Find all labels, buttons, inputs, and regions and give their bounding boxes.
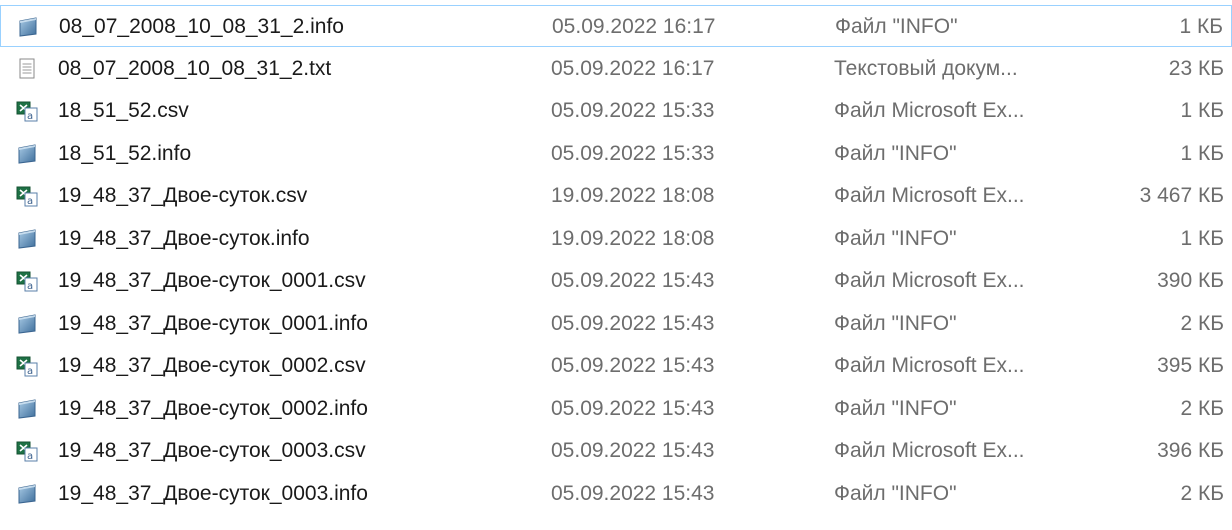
- file-icon-cell: a: [16, 430, 42, 472]
- file-size: 1 КБ: [1180, 141, 1224, 165]
- file-row[interactable]: 18_51_52.info 05.09.2022 15:33 Файл "INFO"…: [0, 133, 1232, 175]
- file-row[interactable]: a 19_48_37_Двое-суток_0002.csv 05.09.2022 …: [0, 345, 1232, 387]
- file-name: 08_07_2008_10_08_31_2.info: [59, 15, 344, 38]
- svg-text:a: a: [27, 451, 33, 462]
- file-name: 19_48_37_Двое-суток_0002.info: [58, 396, 368, 420]
- file-type: Файл "INFO": [834, 481, 957, 505]
- svg-text:a: a: [27, 111, 33, 122]
- file-row[interactable]: 19_48_37_Двое-суток_0003.info 05.09.2022 …: [0, 473, 1232, 515]
- file-icon-cell: a: [16, 345, 42, 387]
- file-type: Текстовый докум...: [834, 56, 1018, 80]
- file-row[interactable]: 08_07_2008_10_08_31_2.info 05.09.2022 16:…: [0, 5, 1232, 47]
- file-icon-cell: [17, 6, 43, 48]
- file-icon-cell: a: [16, 260, 42, 302]
- file-name: 19_48_37_Двое-суток_0003.csv: [58, 439, 366, 462]
- csv-excel-icon: a: [16, 440, 38, 462]
- file-type: Файл "INFO": [834, 396, 957, 420]
- file-modified-date: 05.09.2022 15:33: [551, 141, 715, 165]
- file-modified-date: 19.09.2022 18:08: [551, 226, 715, 250]
- file-modified-date: 05.09.2022 15:43: [551, 354, 715, 377]
- svg-text:a: a: [27, 281, 33, 292]
- file-icon-cell: [16, 48, 42, 90]
- file-size: 396 КБ: [1157, 439, 1224, 462]
- file-icon-cell: [16, 388, 42, 430]
- file-icon-cell: a: [16, 175, 42, 217]
- file-type: Файл Microsoft Ex...: [834, 439, 1025, 462]
- file-modified-date: 05.09.2022 15:43: [551, 481, 715, 505]
- file-type: Файл Microsoft Ex...: [834, 99, 1025, 122]
- info-file-icon: [16, 398, 38, 420]
- file-modified-date: 05.09.2022 16:17: [551, 56, 715, 80]
- csv-excel-icon: a: [16, 270, 38, 292]
- file-type: Файл "INFO": [834, 141, 957, 165]
- file-modified-date: 05.09.2022 16:17: [552, 15, 716, 38]
- csv-excel-icon: a: [16, 355, 38, 377]
- file-type: Файл "INFO": [835, 15, 958, 38]
- file-size: 390 КБ: [1157, 269, 1224, 292]
- file-size: 3 467 КБ: [1139, 184, 1224, 207]
- file-row[interactable]: 19_48_37_Двое-суток_0001.info 05.09.2022 …: [0, 303, 1232, 345]
- file-row[interactable]: a 19_48_37_Двое-суток_0001.csv 05.09.2022 …: [0, 260, 1232, 302]
- file-modified-date: 05.09.2022 15:43: [551, 439, 715, 462]
- file-row[interactable]: 19_48_37_Двое-суток_0002.info 05.09.2022 …: [0, 388, 1232, 430]
- file-row[interactable]: 08_07_2008_10_08_31_2.txt 05.09.2022 16:1…: [0, 48, 1232, 90]
- file-name: 19_48_37_Двое-суток_0001.info: [58, 311, 368, 335]
- file-size: 1 КБ: [1179, 15, 1223, 38]
- info-file-icon: [16, 143, 38, 165]
- csv-excel-icon: a: [16, 100, 38, 122]
- file-type: Файл Microsoft Ex...: [834, 184, 1025, 207]
- file-icon-cell: [16, 303, 42, 345]
- file-name: 19_48_37_Двое-суток_0001.csv: [58, 269, 366, 292]
- file-size: 2 КБ: [1180, 311, 1224, 335]
- file-name: 19_48_37_Двое-суток.csv: [58, 184, 308, 207]
- file-icon-cell: [16, 133, 42, 175]
- file-modified-date: 05.09.2022 15:43: [551, 311, 715, 335]
- file-icon-cell: [16, 218, 42, 260]
- file-modified-date: 05.09.2022 15:43: [551, 269, 715, 292]
- file-size: 1 КБ: [1180, 99, 1224, 122]
- file-size: 395 КБ: [1157, 354, 1224, 377]
- file-type: Файл Microsoft Ex...: [834, 354, 1025, 377]
- file-list: 08_07_2008_10_08_31_2.info 05.09.2022 16:…: [0, 0, 1232, 530]
- file-modified-date: 19.09.2022 18:08: [551, 184, 715, 207]
- file-name: 19_48_37_Двое-суток_0003.info: [58, 481, 368, 505]
- file-type: Файл Microsoft Ex...: [834, 269, 1025, 292]
- file-size: 1 КБ: [1180, 226, 1224, 250]
- file-size: 2 КБ: [1180, 396, 1224, 420]
- svg-text:a: a: [27, 196, 33, 207]
- file-size: 2 КБ: [1180, 481, 1224, 505]
- file-name: 19_48_37_Двое-суток.info: [58, 226, 310, 250]
- file-name: 08_07_2008_10_08_31_2.txt: [58, 56, 332, 80]
- file-type: Файл "INFO": [834, 311, 957, 335]
- file-modified-date: 05.09.2022 15:43: [551, 396, 715, 420]
- file-row[interactable]: a 19_48_37_Двое-суток_0003.csv 05.09.2022 …: [0, 430, 1232, 472]
- file-name: 19_48_37_Двое-суток_0002.csv: [58, 354, 366, 377]
- file-row[interactable]: a 18_51_52.csv 05.09.2022 15:33 Файл Micros…: [0, 90, 1232, 132]
- file-icon-cell: a: [16, 90, 42, 132]
- info-file-icon: [17, 16, 39, 38]
- file-type: Файл "INFO": [834, 226, 957, 250]
- svg-text:a: a: [27, 366, 33, 377]
- file-name: 18_51_52.info: [58, 141, 192, 165]
- file-name: 18_51_52.csv: [58, 99, 189, 122]
- info-file-icon: [16, 483, 38, 505]
- file-row[interactable]: 19_48_37_Двое-суток.info 19.09.2022 18:08…: [0, 218, 1232, 260]
- info-file-icon: [16, 313, 38, 335]
- csv-excel-icon: a: [16, 185, 38, 207]
- text-file-icon: [16, 58, 38, 80]
- info-file-icon: [16, 228, 38, 250]
- file-modified-date: 05.09.2022 15:33: [551, 99, 715, 122]
- file-icon-cell: [16, 473, 42, 515]
- file-size: 23 КБ: [1168, 56, 1224, 80]
- file-row[interactable]: a 19_48_37_Двое-суток.csv 19.09.2022 18:08…: [0, 175, 1232, 217]
